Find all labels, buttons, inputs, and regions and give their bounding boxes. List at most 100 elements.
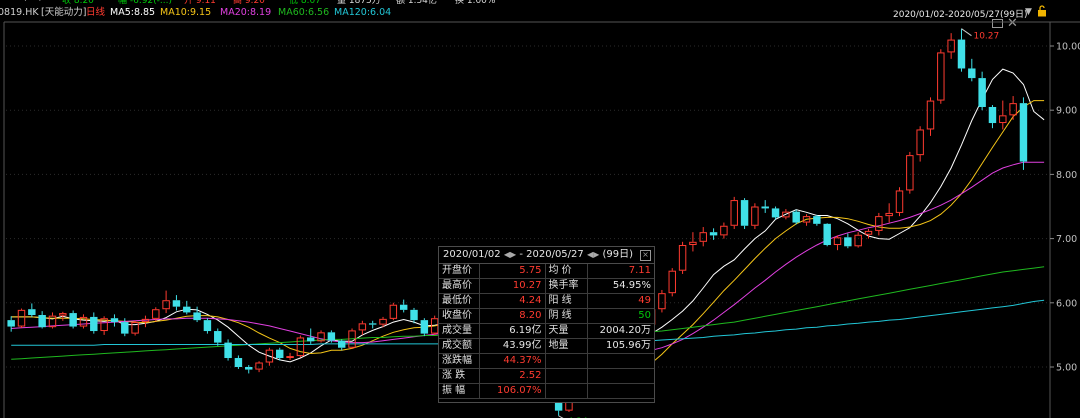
candle[interactable] (978, 71, 986, 111)
candle-body (17, 309, 26, 327)
stat-label: 涨跌幅 (439, 353, 480, 369)
range-end-date[interactable]: 2020/05/27 (526, 249, 584, 260)
candle-body (203, 320, 212, 332)
candle[interactable] (399, 299, 408, 313)
candle[interactable] (740, 198, 749, 229)
candle[interactable] (844, 233, 852, 249)
candle-body (988, 106, 997, 124)
candle-body (234, 358, 243, 367)
candle[interactable] (854, 232, 862, 248)
candle-body (307, 337, 315, 342)
candle[interactable] (234, 355, 243, 369)
range-end-arrows-icon[interactable]: ◀▶ (587, 250, 599, 259)
candle[interactable] (358, 320, 367, 335)
candle[interactable] (307, 328, 315, 344)
candle[interactable] (1009, 96, 1017, 120)
stat-label: 成交额 (439, 338, 480, 354)
candle[interactable] (999, 100, 1007, 130)
candle-body (720, 225, 728, 236)
candle[interactable] (317, 330, 325, 343)
candle[interactable] (823, 223, 831, 247)
candle[interactable] (668, 268, 676, 297)
candle[interactable] (420, 318, 429, 337)
candle[interactable] (203, 318, 212, 334)
candle[interactable] (730, 196, 738, 229)
candle[interactable] (1019, 97, 1028, 170)
candle[interactable] (214, 328, 222, 346)
candle[interactable] (193, 306, 201, 323)
candle-body (978, 78, 986, 107)
candle-body (916, 129, 924, 156)
range-stats-table: 开盘价 5.75 均 价 7.11 最高价 10.27 换手率 54.95% 最低价 4.24 阳 … (439, 264, 654, 399)
candle[interactable] (296, 335, 305, 358)
candle[interactable] (751, 203, 759, 229)
stats-row: 涨 跌 2.52 (439, 368, 654, 384)
range-stats-header: 2020/01/02 ◀▶ - 2020/05/27 ◀▶ (99日) × (439, 247, 654, 264)
candle[interactable] (7, 316, 15, 332)
candle[interactable] (771, 206, 780, 220)
candle[interactable] (988, 105, 997, 129)
range-start-arrows-icon[interactable]: ◀▶ (504, 250, 516, 259)
candle[interactable] (957, 28, 966, 72)
candle[interactable] (813, 214, 821, 226)
candle[interactable] (79, 314, 88, 329)
candle[interactable] (162, 290, 170, 314)
candle[interactable] (947, 33, 955, 59)
candle[interactable] (172, 295, 181, 311)
candle[interactable] (658, 289, 666, 313)
candle[interactable] (38, 311, 46, 329)
candle[interactable] (916, 126, 924, 162)
stats-row: 收盘价 8.20 阴 线 50 (439, 308, 654, 324)
candle[interactable] (689, 232, 697, 252)
candle[interactable] (368, 320, 377, 329)
candle[interactable] (833, 235, 842, 251)
candle[interactable] (875, 212, 883, 236)
candle[interactable] (885, 203, 893, 223)
candle[interactable] (337, 339, 346, 351)
stats-row: 成交量 6.19亿 天量 2004.20万 (439, 323, 654, 339)
empty-cell (587, 368, 654, 384)
candle[interactable] (968, 58, 976, 82)
range-start-date[interactable]: 2020/01/02 (443, 249, 501, 260)
candle[interactable] (895, 187, 904, 217)
candle[interactable] (286, 352, 294, 360)
candle[interactable] (59, 311, 67, 321)
candle-body (751, 206, 759, 226)
candle[interactable] (792, 209, 800, 225)
candle[interactable] (678, 241, 687, 274)
candle[interactable] (926, 97, 935, 136)
candle[interactable] (183, 300, 191, 315)
candle[interactable] (17, 308, 26, 328)
stat-label: 天量 (545, 323, 588, 339)
stats-row: 振 幅 106.07% (439, 383, 654, 399)
candle-body (110, 318, 119, 323)
candle[interactable] (761, 200, 769, 213)
candle-body (864, 230, 873, 235)
candle-body (844, 237, 852, 247)
candle[interactable] (937, 49, 945, 104)
stats-row: 成交额 43.99亿 地量 105.96万 (439, 338, 654, 354)
y-tick-label: 7.00 (1056, 234, 1077, 245)
candle[interactable] (131, 320, 139, 336)
close-icon[interactable]: × (640, 250, 651, 261)
candle[interactable] (699, 227, 707, 247)
candle[interactable] (864, 228, 873, 239)
candle[interactable] (28, 303, 36, 317)
y-tick-label: 6.00 (1056, 298, 1077, 309)
candle-body (379, 318, 387, 325)
high-annotation: 10.27 (973, 32, 999, 42)
candle[interactable] (720, 222, 728, 239)
candle[interactable] (90, 312, 98, 334)
candle[interactable] (224, 339, 232, 361)
candle[interactable] (245, 365, 253, 374)
stat-label: 开盘价 (439, 264, 480, 279)
candle-body (689, 241, 697, 246)
candle[interactable] (389, 302, 398, 321)
candle-body (947, 39, 955, 53)
candle[interactable] (100, 316, 108, 335)
candle[interactable] (110, 314, 119, 327)
candle[interactable] (141, 315, 150, 328)
candle[interactable] (255, 361, 263, 373)
candle[interactable] (906, 151, 914, 194)
candle[interactable] (69, 310, 77, 329)
